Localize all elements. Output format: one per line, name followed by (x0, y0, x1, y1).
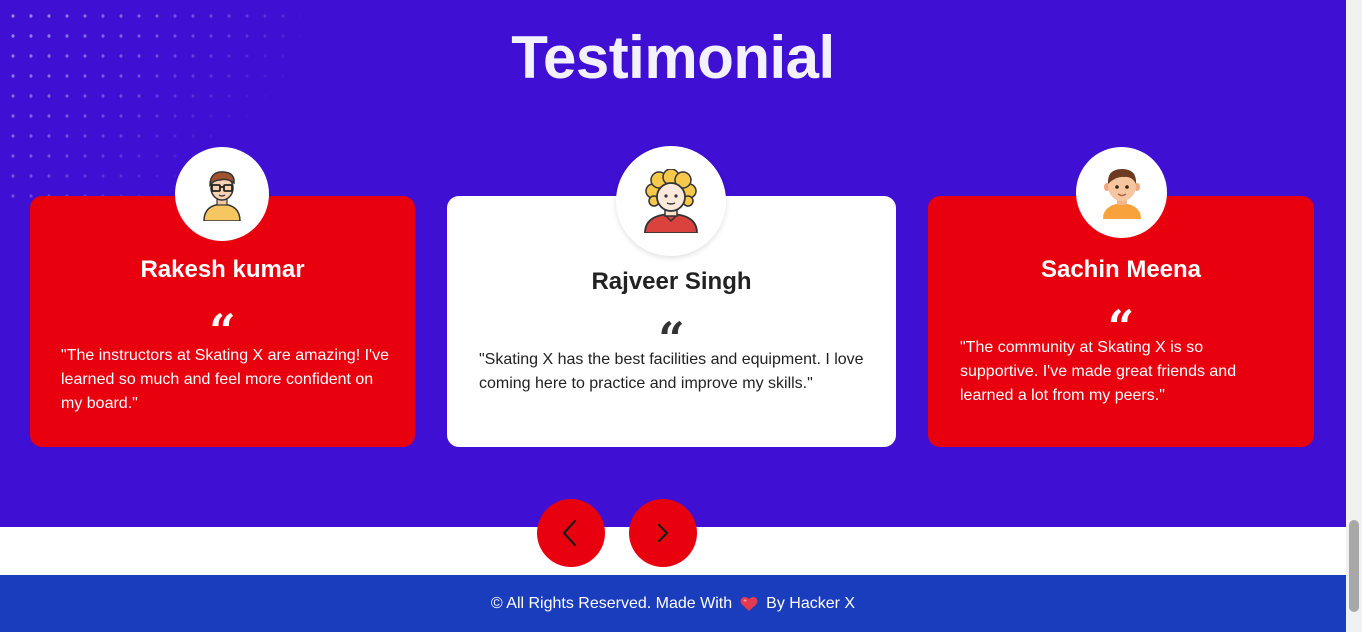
heart-icon (740, 596, 758, 612)
man-with-glasses-avatar-icon (203, 171, 241, 221)
curly-hair-man-avatar-icon (644, 169, 698, 233)
testimonial-name: Rajveer Singh (591, 268, 752, 295)
testimonial-name: Rakesh kumar (140, 256, 305, 283)
section-title: Testimonial (511, 24, 835, 91)
chevron-left-icon (562, 519, 577, 547)
page-scrollbar[interactable] (1346, 0, 1362, 632)
testimonial-section: Testimonial Rakesh kumar “ "The instruct… (0, 0, 1346, 527)
quote-icon: “ (1107, 300, 1135, 354)
footer-author-text: By Hacker X (766, 594, 856, 612)
previous-button[interactable] (537, 499, 605, 567)
avatar (175, 147, 269, 241)
avatar (616, 146, 726, 256)
testimonial-text: "The community at Skating X is so suppor… (960, 339, 1237, 404)
testimonial-text: "The instructors at Skating X are amazin… (61, 347, 389, 412)
quote-icon: “ (658, 312, 685, 366)
footer: © All Rights Reserved. Made With By Hack… (0, 575, 1346, 632)
quote-icon: “ (209, 304, 236, 358)
boy-avatar-icon (1102, 168, 1141, 219)
testimonial-text: "Skating X has the best facilities and e… (479, 351, 864, 392)
next-button[interactable] (629, 499, 697, 567)
testimonial-name: Sachin Meena (1040, 256, 1202, 283)
scrollbar-thumb[interactable] (1349, 520, 1359, 612)
avatar (1076, 147, 1167, 238)
chevron-right-icon (657, 523, 669, 543)
footer-copyright-text: © All Rights Reserved. Made With (490, 594, 733, 612)
